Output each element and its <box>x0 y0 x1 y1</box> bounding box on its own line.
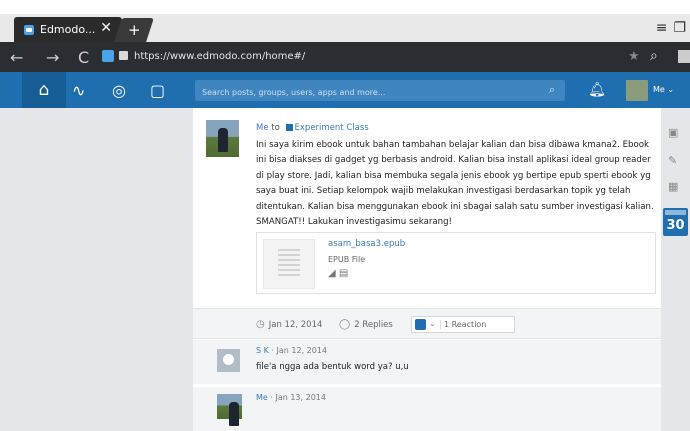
comment-icon: ◯ <box>339 319 351 330</box>
post-date: ◷ Jan 12, 2014 <box>256 319 322 330</box>
bookmark-star-icon[interactable]: ★ <box>628 49 640 64</box>
file-name-link[interactable]: asam_basa3.epub <box>328 239 405 249</box>
wrench-icon[interactable]: ✎ <box>668 154 677 167</box>
url-text[interactable]: https://www.edmodo.com/home#/ <box>134 51 305 62</box>
menu-icon[interactable]: ≡ <box>656 20 668 36</box>
reply-text: file'a ngga ada bentuk word ya? u,u <box>256 362 409 372</box>
reload-icon[interactable]: C <box>78 48 89 67</box>
search-input[interactable] <box>195 82 565 103</box>
tab-close-icon[interactable]: ✕ <box>100 20 112 36</box>
browser-tabbar: Edmodo... ✕ + <box>0 14 690 42</box>
calendar-day: 30 <box>666 218 685 233</box>
reaction-badge-icon <box>415 319 426 330</box>
reaction-count[interactable]: 1 Reaction <box>440 320 486 329</box>
replies-count[interactable]: 2 Replies <box>354 320 393 330</box>
clock-icon: ◷ <box>256 319 265 330</box>
search-icon[interactable]: ⌕ <box>549 83 555 97</box>
site-icon <box>102 50 114 62</box>
reply-date: Jan 13, 2014 <box>275 393 326 402</box>
post-group-link[interactable]: Experiment Class <box>295 123 369 133</box>
forward-icon[interactable]: → <box>46 48 59 67</box>
calendar-icon[interactable]: 30 <box>663 208 688 236</box>
document-icon[interactable]: ▤ <box>339 268 348 279</box>
discover-compass-icon[interactable]: ◎ <box>112 81 126 100</box>
reply-meta: S K · Jan 12, 2014 <box>256 346 328 355</box>
browser-search-icon[interactable]: ⌕ <box>650 48 658 64</box>
post-date-text: Jan 12, 2014 <box>268 320 323 330</box>
window-top <box>0 0 690 14</box>
progress-icon[interactable]: ∿ <box>72 81 85 100</box>
library-book-icon[interactable]: ▢ <box>150 81 165 100</box>
post-card: Me to Experiment Class Ini saya kirim eb… <box>193 108 661 431</box>
restore-window-icon[interactable]: ❐ <box>673 20 686 36</box>
notifications-bell-icon[interactable]: 🔔︎ <box>585 78 609 102</box>
user-avatar[interactable] <box>626 80 648 101</box>
post-to-label: to <box>271 123 280 133</box>
chevron-down-icon[interactable]: ⌄ <box>429 319 436 328</box>
post-body: Ini saya kirim ebook untuk bahan tambaha… <box>256 140 654 228</box>
reply-avatar[interactable] <box>217 349 240 372</box>
apps-grid-icon[interactable]: ▦ <box>668 180 678 193</box>
reaction-button[interactable]: ⌄ 1 Reaction <box>411 316 515 333</box>
replies-link[interactable]: ◯ 2 Replies <box>339 319 393 330</box>
backpack-icon[interactable]: ▣ <box>668 126 678 139</box>
group-icon <box>285 124 293 131</box>
author-avatar[interactable] <box>206 120 239 157</box>
app-search-box[interactable]: ⌕ <box>195 80 565 103</box>
reply-meta: Me · Jan 13, 2014 <box>256 393 326 402</box>
user-menu-label[interactable]: Me ⌄ <box>653 85 674 94</box>
reply-author[interactable]: Me <box>256 393 268 402</box>
edmodo-favicon-icon <box>24 24 34 35</box>
reply-item: S K · Jan 12, 2014 file'a ngga ada bentu… <box>193 340 661 384</box>
file-thumbnail[interactable] <box>263 239 315 289</box>
file-type-label: EPUB File <box>328 255 366 264</box>
post-meta-bar: ◷ Jan 12, 2014 ◯ 2 Replies ⌄ 1 Reaction <box>193 308 661 339</box>
tab-title: Edmodo... <box>40 23 96 36</box>
attachment-card[interactable]: asam_basa3.epub EPUB File ◢ ▤ <box>256 232 656 294</box>
window-controls: ≡ ❐ <box>620 16 690 40</box>
address-bar-row: ← → C https://www.edmodo.com/home#/ ★ ⌕ <box>0 42 690 72</box>
plus-icon: + <box>127 21 141 39</box>
post-author-link[interactable]: Me <box>256 123 269 133</box>
reply-date: Jan 12, 2014 <box>276 346 328 355</box>
browser-tab-edmodo[interactable]: Edmodo... ✕ <box>14 17 122 42</box>
new-tab-button[interactable]: + <box>114 18 154 42</box>
home-icon[interactable]: ⌂ <box>22 72 66 108</box>
reply-item: Me · Jan 13, 2014 <box>193 387 661 431</box>
reply-author[interactable]: S K <box>256 346 269 355</box>
url-field[interactable]: https://www.edmodo.com/home#/ <box>100 48 665 67</box>
file-actions: ◢ ▤ <box>328 268 348 279</box>
lock-icon <box>119 51 128 60</box>
back-icon[interactable]: ← <box>10 48 23 67</box>
signal-icon[interactable]: ◢ <box>328 268 336 279</box>
extension-icon[interactable] <box>678 50 690 63</box>
calendar-top <box>665 210 686 215</box>
post-header: Me to Experiment Class <box>256 123 369 133</box>
reply-avatar[interactable] <box>217 394 242 426</box>
